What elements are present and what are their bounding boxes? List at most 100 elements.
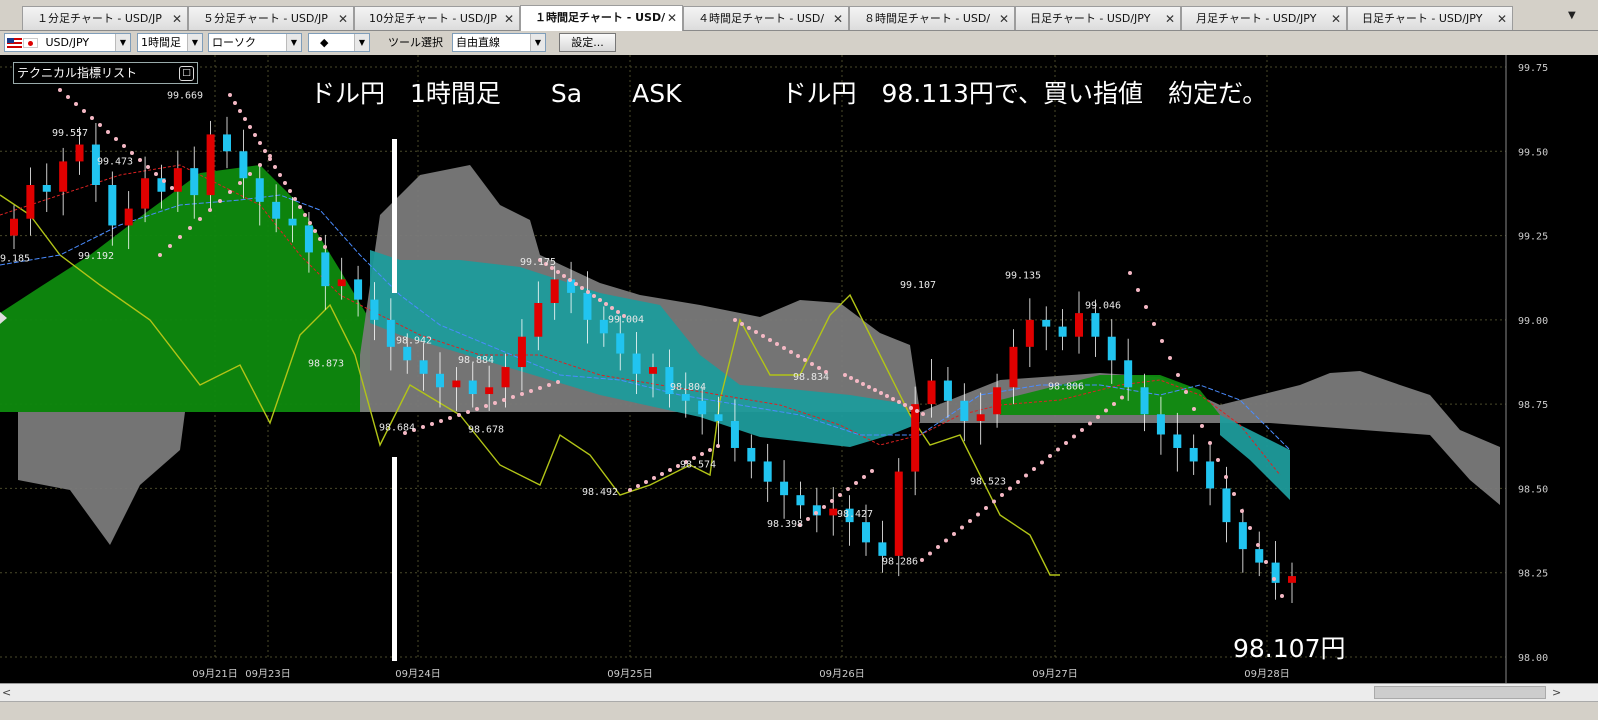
tab-label: ５分足チャート - USD/JP	[203, 12, 328, 25]
timeframe-select[interactable]: 1時間足 ▼	[137, 33, 203, 52]
scroll-left-arrow-icon[interactable]: <	[2, 684, 16, 701]
technical-indicator-list[interactable]: テクニカル指標リスト □	[13, 62, 198, 84]
horizontal-scrollbar[interactable]: < >	[0, 683, 1598, 701]
sar-dot	[547, 383, 551, 387]
sar-dot	[849, 376, 853, 380]
sar-dot	[796, 354, 800, 358]
x-tick-label: 09月25日	[607, 668, 652, 680]
price-chart[interactable]: 99.557 99.669 99.473 99.192 99.185 99.175 98.9…	[0, 55, 1598, 683]
candle-body	[1025, 319, 1034, 347]
scroll-right-arrow-icon[interactable]: >	[1552, 684, 1566, 701]
tab-monthly-chart[interactable]: 月足チャート - USD/JPY ✕	[1181, 6, 1347, 30]
maximize-icon[interactable]: □	[179, 66, 194, 81]
tab-1min-chart[interactable]: １分足チャート - USD/JP ✕	[22, 6, 188, 30]
sar-dot	[1112, 402, 1116, 406]
candle-body	[239, 151, 248, 179]
sar-dot	[708, 448, 712, 452]
sar-dot	[1176, 373, 1180, 377]
sar-dot	[511, 395, 515, 399]
tab-daily-chart[interactable]: 日足チャート - USD/JPY ✕	[1015, 6, 1181, 30]
close-icon[interactable]: ✕	[338, 7, 348, 30]
candle-body	[1042, 319, 1051, 327]
candle-body	[1124, 360, 1133, 388]
sar-dot	[928, 551, 932, 556]
candle-body	[894, 471, 903, 556]
tab-1hour-chart[interactable]: １時間足チャート - USD/✕	[520, 5, 683, 31]
sar-dot	[1136, 288, 1140, 292]
tab-8hour-chart[interactable]: ８時間足チャート - USD/ ✕	[849, 6, 1015, 30]
candle-body	[1058, 326, 1067, 337]
sar-dot	[562, 274, 566, 278]
candle-body	[747, 447, 756, 462]
price-label: 99.107	[900, 280, 936, 291]
sar-dot	[716, 444, 720, 448]
candle-body	[42, 185, 51, 192]
candle-body	[1206, 461, 1215, 489]
close-icon[interactable]: ✕	[833, 7, 843, 30]
sar-dot	[556, 380, 560, 384]
close-icon[interactable]: ✕	[1497, 7, 1507, 30]
sar-dot	[1104, 408, 1108, 413]
sar-dot	[775, 342, 779, 346]
sar-dot	[843, 373, 847, 377]
price-label: 98.942	[396, 335, 432, 346]
x-tick-label: 09月26日	[819, 668, 864, 680]
chart-type-select[interactable]: ローソク ▼	[208, 33, 302, 52]
tool-select[interactable]: 自由直線 ▼	[452, 33, 546, 52]
candle-body	[1255, 549, 1264, 563]
sar-dot	[873, 388, 877, 392]
close-icon[interactable]: ✕	[1165, 7, 1175, 30]
y-tick-label: 99.00	[1518, 316, 1548, 327]
sar-dot	[1168, 356, 1172, 360]
x-tick-label: 09月28日	[1244, 668, 1289, 680]
close-icon[interactable]: ✕	[504, 7, 514, 30]
sar-dot	[660, 472, 664, 476]
candle-body	[321, 252, 330, 287]
sar-dot	[1048, 454, 1052, 458]
sar-dot	[90, 116, 94, 120]
sar-dot	[168, 244, 172, 248]
scrollbar-thumb[interactable]	[1374, 686, 1546, 699]
tab-10min-chart[interactable]: 10分足チャート - USD/JP ✕	[354, 6, 520, 30]
sar-dot	[58, 88, 62, 92]
sar-dot	[154, 172, 158, 176]
sar-dot	[1128, 271, 1132, 275]
sar-dot	[1232, 492, 1236, 496]
sar-dot	[920, 558, 924, 562]
sar-dot	[74, 102, 78, 106]
candle-body	[780, 481, 789, 496]
close-icon[interactable]: ✕	[667, 6, 677, 30]
price-label: 99.557	[52, 128, 88, 139]
tab-label: ８時間足チャート - USD/	[864, 12, 991, 25]
sar-dot	[870, 469, 874, 473]
sar-dot	[114, 137, 118, 141]
candle-body	[190, 168, 199, 196]
sar-dot	[457, 413, 461, 417]
close-icon[interactable]: ✕	[1331, 7, 1341, 30]
symbol-select[interactable]: USD/JPY ▼	[4, 33, 131, 52]
sar-dot	[761, 334, 765, 338]
sar-dot	[909, 406, 913, 410]
candle-body	[1288, 576, 1296, 583]
tab-daily-chart-2[interactable]: 日足チャート - USD/JPY ✕	[1347, 6, 1513, 30]
sar-dot	[806, 517, 810, 521]
sar-dot	[879, 391, 883, 395]
x-tick-label: 09月24日	[395, 668, 440, 680]
chevron-down-icon[interactable]: ▼	[1568, 10, 1576, 21]
sar-dot	[1096, 415, 1100, 419]
tab-4hour-chart[interactable]: ４時間足チャート - USD/ ✕	[683, 6, 849, 30]
sar-dot	[1080, 428, 1084, 432]
sar-dot	[782, 346, 786, 350]
candle-style-select[interactable]: ◆ ▼	[308, 33, 370, 52]
candle-body	[1140, 387, 1149, 415]
headline-annotation: ドル円 1時間足 Sa ASK ドル円 98.113円で、買い指値 約定だ。	[310, 79, 1267, 108]
settings-button[interactable]: 設定...	[559, 33, 616, 52]
sar-dot	[466, 410, 470, 414]
sar-dot	[439, 419, 443, 423]
sar-dot	[616, 310, 620, 314]
candle-body	[141, 178, 150, 209]
sar-dot	[313, 229, 317, 233]
close-icon[interactable]: ✕	[172, 7, 182, 30]
close-icon[interactable]: ✕	[999, 7, 1009, 30]
tab-5min-chart[interactable]: ５分足チャート - USD/JP ✕	[188, 6, 354, 30]
